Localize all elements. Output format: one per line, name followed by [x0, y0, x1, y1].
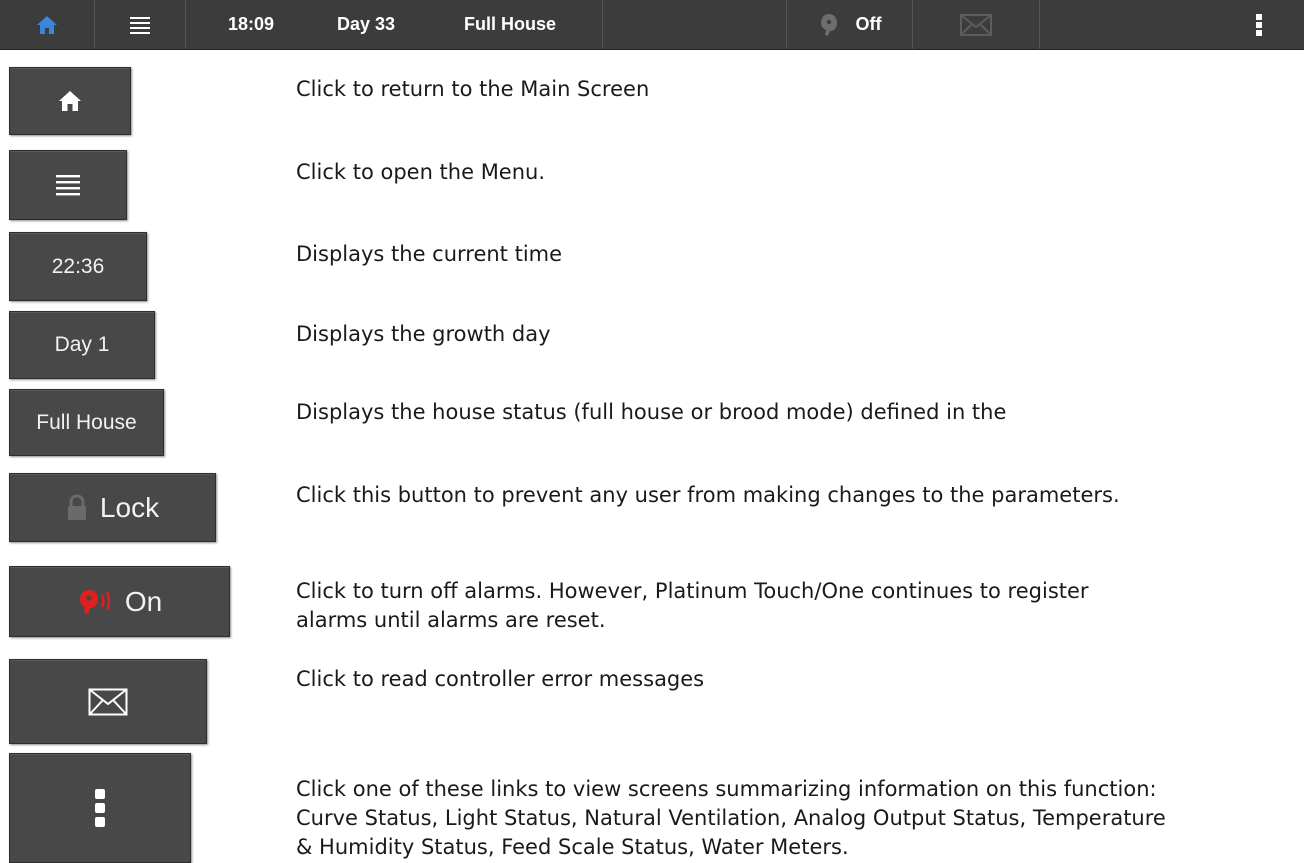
more-options-button[interactable]: [9, 753, 191, 863]
house-status-display: Full House: [464, 0, 603, 49]
messages-tab[interactable]: [913, 0, 1040, 49]
lock-icon: [67, 493, 86, 520]
house-status-description: Displays the house status (full house or…: [296, 400, 1007, 424]
kebab-menu-icon: [95, 789, 105, 827]
home-icon: [37, 15, 57, 34]
menu-icon: [56, 175, 80, 196]
messages-button[interactable]: [9, 659, 207, 744]
growth-day-display: Day 33: [337, 14, 396, 34]
time-description: Displays the current time: [296, 242, 563, 266]
time-display: 18:09: [228, 14, 275, 34]
menu-description: Click to open the Menu.: [296, 160, 546, 184]
menu-tab[interactable]: [95, 0, 186, 49]
alarm-siren-icon: [820, 13, 837, 36]
alarm-siren-icon: [79, 589, 111, 614]
menu-icon: [130, 16, 150, 34]
lock-label: Lock: [99, 491, 160, 523]
menu-button[interactable]: [9, 150, 127, 220]
growth-day-description: Displays the growth day: [296, 322, 551, 346]
envelope-icon: [88, 688, 128, 715]
alarm-description: Click to turn off alarms. However, Plati…: [296, 579, 1089, 632]
top-status-bar: 18:09 Day 33 Full House Off: [0, 0, 1304, 50]
home-button[interactable]: [9, 67, 131, 135]
home-tab[interactable]: [0, 0, 95, 49]
alarm-on-label: On: [124, 585, 163, 617]
alarm-toggle[interactable]: Off: [787, 0, 913, 49]
kebab-menu-icon: [1256, 13, 1262, 36]
alarm-state-label: Off: [855, 14, 882, 34]
time-button: 22:36: [9, 232, 147, 301]
more-options-description: Click one of these links to view screens…: [296, 777, 1166, 859]
home-icon: [59, 91, 81, 111]
more-options-tab[interactable]: [1214, 0, 1304, 49]
envelope-icon: [960, 13, 992, 36]
lock-button[interactable]: Lock: [9, 473, 216, 542]
house-status-button: Full House: [9, 389, 164, 456]
home-description: Click to return to the Main Screen: [296, 77, 650, 101]
lock-description: Click this button to prevent any user fr…: [296, 483, 1120, 507]
topbar-spacer: [603, 0, 787, 49]
alarm-button[interactable]: On: [9, 566, 230, 637]
growth-day-button: Day 1: [9, 311, 155, 379]
messages-description: Click to read controller error messages: [296, 667, 705, 691]
